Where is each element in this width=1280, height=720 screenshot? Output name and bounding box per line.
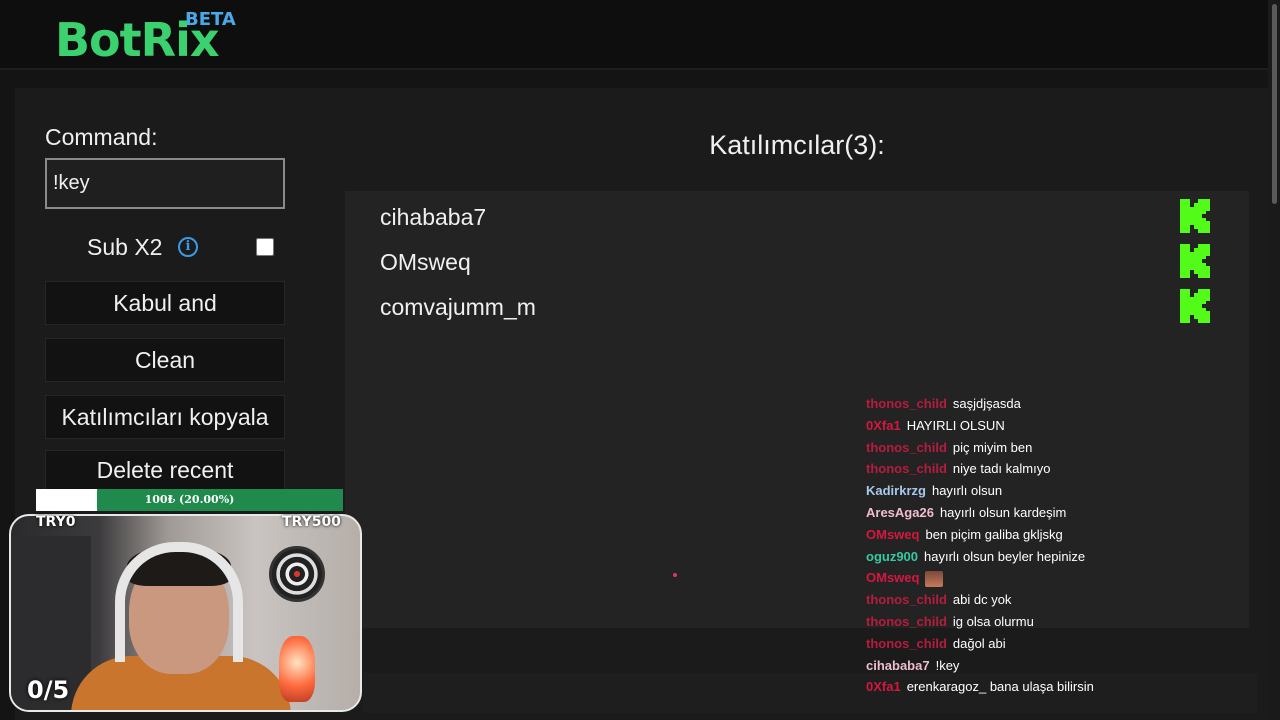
kick-icon[interactable] — [1180, 244, 1210, 278]
mouse-cursor — [673, 573, 677, 577]
chat-text: niye tadı kalmıyo — [952, 461, 1051, 477]
chat-message: OMsweq ben piçim galiba gkljskg — [866, 524, 1256, 546]
accept-button[interactable]: Kabul and — [45, 281, 285, 325]
sub-x2-label: Sub X2 — [87, 234, 163, 260]
goal-max-label: TRY500 — [282, 514, 341, 530]
kick-icon[interactable] — [1180, 289, 1210, 323]
progress-text: 100₺ (20.00%) — [144, 493, 235, 506]
chat-overlay: thonos_child saşjdjşasda 0Xfa1 HAYIRLI OLSU… — [866, 393, 1256, 698]
kick-icon[interactable] — [1180, 199, 1210, 233]
chat-text: !key — [935, 657, 960, 673]
chat-text: dağol abi — [952, 635, 1006, 651]
chat-text: erenkaragoz_ bana ulaşa bilirsin — [906, 679, 1094, 695]
donation-progress-bar: 100₺ (20.00%) — [36, 489, 343, 511]
dartboard — [269, 546, 325, 602]
chat-message: Kadirkrzg hayırlı olsun — [866, 480, 1256, 502]
chat-username: oguz900 — [866, 548, 919, 564]
chat-username: thonos_child — [866, 439, 947, 455]
clean-button[interactable]: Clean — [45, 338, 285, 382]
chat-text: abi dc yok — [952, 592, 1012, 608]
chat-text: hayırlı olsun kardeşim — [939, 504, 1067, 520]
info-icon[interactable]: i — [178, 237, 198, 257]
participants-title: Katılımcılar(3): — [709, 130, 885, 160]
sub-x2-checkbox[interactable] — [256, 238, 274, 256]
chat-text: saşjdjşasda — [952, 396, 1021, 411]
beta-badge: BETA — [185, 9, 236, 30]
chat-username: Kadirkrzg — [866, 483, 926, 499]
counter-label: 0/5 — [27, 676, 70, 704]
chat-message: AresAga26 hayırlı olsun kardeşim — [866, 502, 1256, 524]
lamp — [279, 636, 315, 702]
participant-name: cihababa7 — [380, 204, 487, 230]
chat-text: hayırlı olsun beyler hepinize — [924, 548, 1086, 564]
chat-message: 0Xfa1 HAYIRLI OLSUN — [866, 415, 1256, 437]
chat-username: thonos_child — [866, 635, 947, 651]
chat-message: thonos_child abi dc yok — [866, 589, 1256, 611]
chat-message: thonos_child saşjdjşasda — [866, 393, 1256, 415]
participant-name: OMsweq — [380, 249, 471, 275]
participant-name: comvajumm_m — [380, 294, 536, 320]
chat-username: thonos_child — [866, 461, 947, 477]
copy-participants-button[interactable]: Katılımcıları kopyala — [45, 395, 285, 439]
chat-text: piç miyim ben — [952, 439, 1033, 455]
chat-username: OMsweq — [866, 570, 920, 586]
chat-message: OMsweq — [866, 567, 1256, 589]
chat-text: HAYIRLI OLSUN — [906, 417, 1005, 433]
chat-username: 0Xfa1 — [866, 679, 901, 695]
chat-username: OMsweq — [866, 526, 920, 542]
chat-message: oguz900 hayırlı olsun beyler hepinize — [866, 546, 1256, 568]
command-input[interactable] — [45, 158, 285, 209]
chat-message: thonos_child ig olsa olurmu — [866, 611, 1256, 633]
emote-icon — [925, 570, 944, 587]
scrollbar-thumb[interactable] — [1272, 4, 1277, 204]
chat-username: thonos_child — [866, 396, 947, 411]
headphones — [115, 542, 243, 662]
chat-text: ben piçim galiba gkljskg — [925, 526, 1063, 542]
chat-message: cihababa7 !key — [866, 655, 1256, 677]
chat-text: ig olsa olurmu — [952, 613, 1034, 629]
chat-username: thonos_child — [866, 613, 947, 629]
top-bar: BotRix BETA — [0, 0, 1280, 70]
chat-username: thonos_child — [866, 592, 947, 608]
chat-message: thonos_child piç miyim ben — [866, 437, 1256, 459]
delete-recent-button[interactable]: Delete recent — [45, 450, 285, 490]
chat-text: hayırlı olsun — [931, 483, 1003, 499]
chat-username: cihababa7 — [866, 657, 930, 673]
chat-username: 0Xfa1 — [866, 417, 901, 433]
goal-min-label: TRY0 — [36, 514, 76, 530]
chat-message: thonos_child dağol abi — [866, 633, 1256, 655]
chat-message: thonos_child niye tadı kalmıyo — [866, 458, 1256, 480]
chat-username: AresAga26 — [866, 504, 934, 520]
chat-message: 0Xfa1 erenkaragoz_ bana ulaşa bilirsin — [866, 676, 1256, 698]
